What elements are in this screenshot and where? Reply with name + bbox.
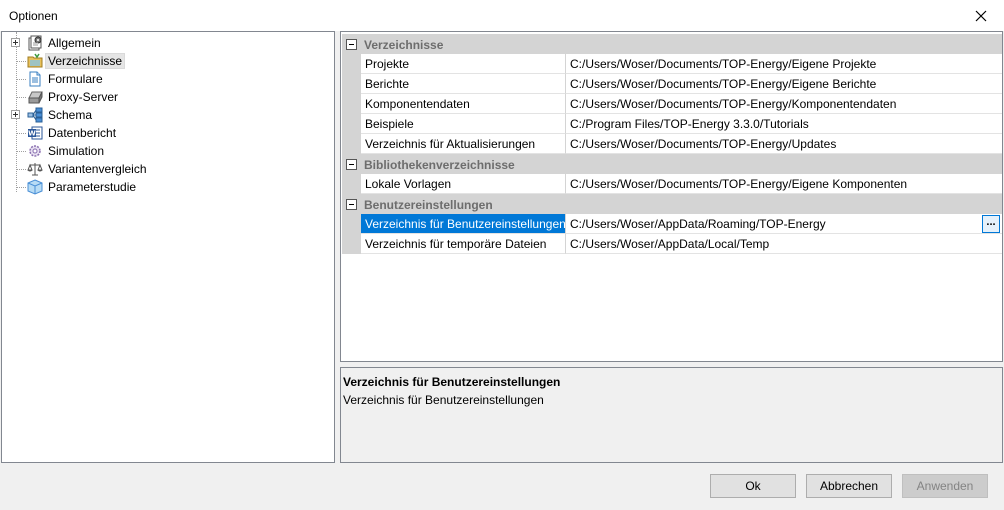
property-name[interactable]: Projekte bbox=[361, 54, 566, 74]
svg-text:W: W bbox=[28, 130, 36, 138]
schema-diagram-icon bbox=[27, 107, 43, 123]
tree-item-simulation[interactable]: Simulation bbox=[2, 142, 332, 160]
tree-item-datenbericht[interactable]: W Datenbericht bbox=[2, 124, 332, 142]
title-bar: Optionen bbox=[0, 0, 1004, 31]
property-value-text: C:/Users/Woser/Documents/TOP-Energy/Komp… bbox=[570, 97, 897, 111]
tree-item-label: Simulation bbox=[48, 144, 105, 158]
property-value-text: C:/Users/Woser/Documents/TOP-Energy/Upda… bbox=[570, 137, 837, 151]
description-text: Verzeichnis für Benutzereinstellungen bbox=[343, 393, 544, 407]
balance-scale-icon bbox=[27, 161, 43, 177]
server-icon bbox=[27, 89, 43, 105]
collapse-icon[interactable] bbox=[346, 159, 357, 170]
description-title: Verzeichnis für Benutzereinstellungen bbox=[343, 375, 561, 389]
form-document-icon bbox=[27, 71, 43, 87]
category-label: Bibliothekenverzeichnisse bbox=[364, 158, 515, 172]
property-row[interactable]: Beispiele C:/Program Files/TOP-Energy 3.3… bbox=[342, 114, 1002, 134]
collapse-icon[interactable] bbox=[346, 199, 357, 210]
property-row[interactable]: Lokale Vorlagen C:/Users/Woser/Documents/… bbox=[342, 174, 1002, 194]
tree-connector bbox=[16, 169, 26, 170]
property-value[interactable]: C:/Users/Woser/Documents/TOP-Energy/Eige… bbox=[566, 174, 1002, 194]
property-row[interactable]: Berichte C:/Users/Woser/Documents/TOP-Ene… bbox=[342, 74, 1002, 94]
property-value[interactable]: C:/Users/Woser/Documents/TOP-Energy/Eige… bbox=[566, 54, 1002, 74]
description-panel: Verzeichnis für Benutzereinstellungen Ve… bbox=[340, 367, 1003, 463]
tree-item-label: Schema bbox=[48, 108, 93, 122]
category-row[interactable]: Bibliothekenverzeichnisse bbox=[342, 154, 1002, 174]
tree-item-formulare[interactable]: Formulare bbox=[2, 70, 332, 88]
property-name[interactable]: Verzeichnis für Benutzereinstellungen bbox=[361, 214, 566, 234]
apply-button[interactable]: Anwenden bbox=[902, 474, 988, 498]
tree-connector bbox=[16, 79, 26, 80]
tree-item-label: Parameterstudie bbox=[48, 180, 137, 194]
property-row[interactable]: Verzeichnis für Benutzereinstellungen C:/… bbox=[342, 214, 1002, 234]
row-gutter bbox=[342, 114, 361, 134]
property-value-text: C:/Program Files/TOP-Energy 3.3.0/Tutori… bbox=[570, 117, 809, 131]
row-gutter bbox=[342, 74, 361, 94]
category-label: Benutzereinstellungen bbox=[364, 198, 493, 212]
ok-button[interactable]: Ok bbox=[710, 474, 796, 498]
collapse-icon[interactable] bbox=[346, 39, 357, 50]
options-tree[interactable]: Allgemein Verzeichnisse Formulare Proxy-Ser… bbox=[1, 31, 335, 463]
property-name[interactable]: Verzeichnis für temporäre Dateien bbox=[361, 234, 566, 254]
property-name[interactable]: Lokale Vorlagen bbox=[361, 174, 566, 194]
tree-connector bbox=[16, 133, 26, 134]
cube-icon bbox=[27, 179, 43, 195]
property-value[interactable]: C:/Users/Woser/Documents/TOP-Energy/Eige… bbox=[566, 74, 1002, 94]
property-value-text: C:/Users/Woser/Documents/TOP-Energy/Eige… bbox=[570, 57, 877, 71]
tree-item-variantenvergleich[interactable]: Variantenvergleich bbox=[2, 160, 332, 178]
tree-item-label: Datenbericht bbox=[48, 126, 117, 140]
tree-connector bbox=[16, 97, 26, 98]
property-row[interactable]: Komponentendaten C:/Users/Woser/Documents… bbox=[342, 94, 1002, 114]
row-gutter bbox=[342, 94, 361, 114]
tree-item-parameterstudie[interactable]: Parameterstudie bbox=[2, 178, 332, 196]
settings-page-icon bbox=[27, 35, 43, 51]
row-gutter bbox=[342, 214, 361, 234]
tree-item-proxy-server[interactable]: Proxy-Server bbox=[2, 88, 332, 106]
property-value[interactable]: C:/Users/Woser/Documents/TOP-Energy/Upda… bbox=[566, 134, 1002, 154]
tree-item-label: Verzeichnisse bbox=[44, 53, 126, 69]
expand-icon[interactable] bbox=[11, 38, 20, 47]
category-row[interactable]: Verzeichnisse bbox=[342, 34, 1002, 54]
close-icon bbox=[975, 10, 987, 21]
property-value-text: C:/Users/Woser/AppData/Roaming/TOP-Energ… bbox=[570, 217, 826, 231]
property-value[interactable]: C:/Program Files/TOP-Energy 3.3.0/Tutori… bbox=[566, 114, 1002, 134]
tree-item-label: Proxy-Server bbox=[48, 90, 119, 104]
tree-item-label: Formulare bbox=[48, 72, 103, 86]
property-value-text: C:/Users/Woser/Documents/TOP-Energy/Eige… bbox=[570, 77, 877, 91]
browse-button[interactable]: ... bbox=[982, 215, 1000, 233]
row-gutter bbox=[342, 174, 361, 194]
tree-connector bbox=[16, 151, 26, 152]
tree-connector bbox=[16, 187, 26, 188]
row-gutter bbox=[342, 54, 361, 74]
tree-item-schema[interactable]: Schema bbox=[2, 106, 332, 124]
property-name[interactable]: Berichte bbox=[361, 74, 566, 94]
window-title: Optionen bbox=[9, 9, 58, 23]
property-name[interactable]: Komponentendaten bbox=[361, 94, 566, 114]
property-row[interactable]: Verzeichnis für temporäre Dateien C:/User… bbox=[342, 234, 1002, 254]
property-row[interactable]: Projekte C:/Users/Woser/Documents/TOP-Ene… bbox=[342, 54, 1002, 74]
property-row[interactable]: Verzeichnis für Aktualisierungen C:/Users… bbox=[342, 134, 1002, 154]
tree-item-verzeichnisse[interactable]: Verzeichnisse bbox=[2, 52, 332, 70]
property-grid[interactable]: Verzeichnisse Projekte C:/Users/Woser/Docu… bbox=[340, 31, 1003, 362]
property-value[interactable]: C:/Users/Woser/AppData/Roaming/TOP-Energ… bbox=[566, 214, 1002, 234]
property-value[interactable]: C:/Users/Woser/AppData/Local/Temp bbox=[566, 234, 1002, 254]
category-row[interactable]: Benutzereinstellungen bbox=[342, 194, 1002, 214]
tree-connector bbox=[16, 61, 26, 62]
row-gutter bbox=[342, 234, 361, 254]
tree-item-allgemein[interactable]: Allgemein bbox=[2, 34, 332, 52]
folder-icon bbox=[27, 53, 43, 69]
property-value[interactable]: C:/Users/Woser/Documents/TOP-Energy/Komp… bbox=[566, 94, 1002, 114]
property-name[interactable]: Beispiele bbox=[361, 114, 566, 134]
expand-icon[interactable] bbox=[11, 110, 20, 119]
property-value-text: C:/Users/Woser/AppData/Local/Temp bbox=[570, 237, 770, 251]
tree-item-label: Variantenvergleich bbox=[48, 162, 147, 176]
close-button[interactable] bbox=[958, 0, 1004, 31]
cancel-button[interactable]: Abbrechen bbox=[806, 474, 892, 498]
row-gutter bbox=[342, 134, 361, 154]
gear-icon bbox=[27, 143, 43, 159]
property-value-text: C:/Users/Woser/Documents/TOP-Energy/Eige… bbox=[570, 177, 908, 191]
tree-item-label: Allgemein bbox=[48, 36, 101, 50]
word-document-icon: W bbox=[27, 125, 43, 141]
category-label: Verzeichnisse bbox=[364, 38, 444, 52]
property-name[interactable]: Verzeichnis für Aktualisierungen bbox=[361, 134, 566, 154]
